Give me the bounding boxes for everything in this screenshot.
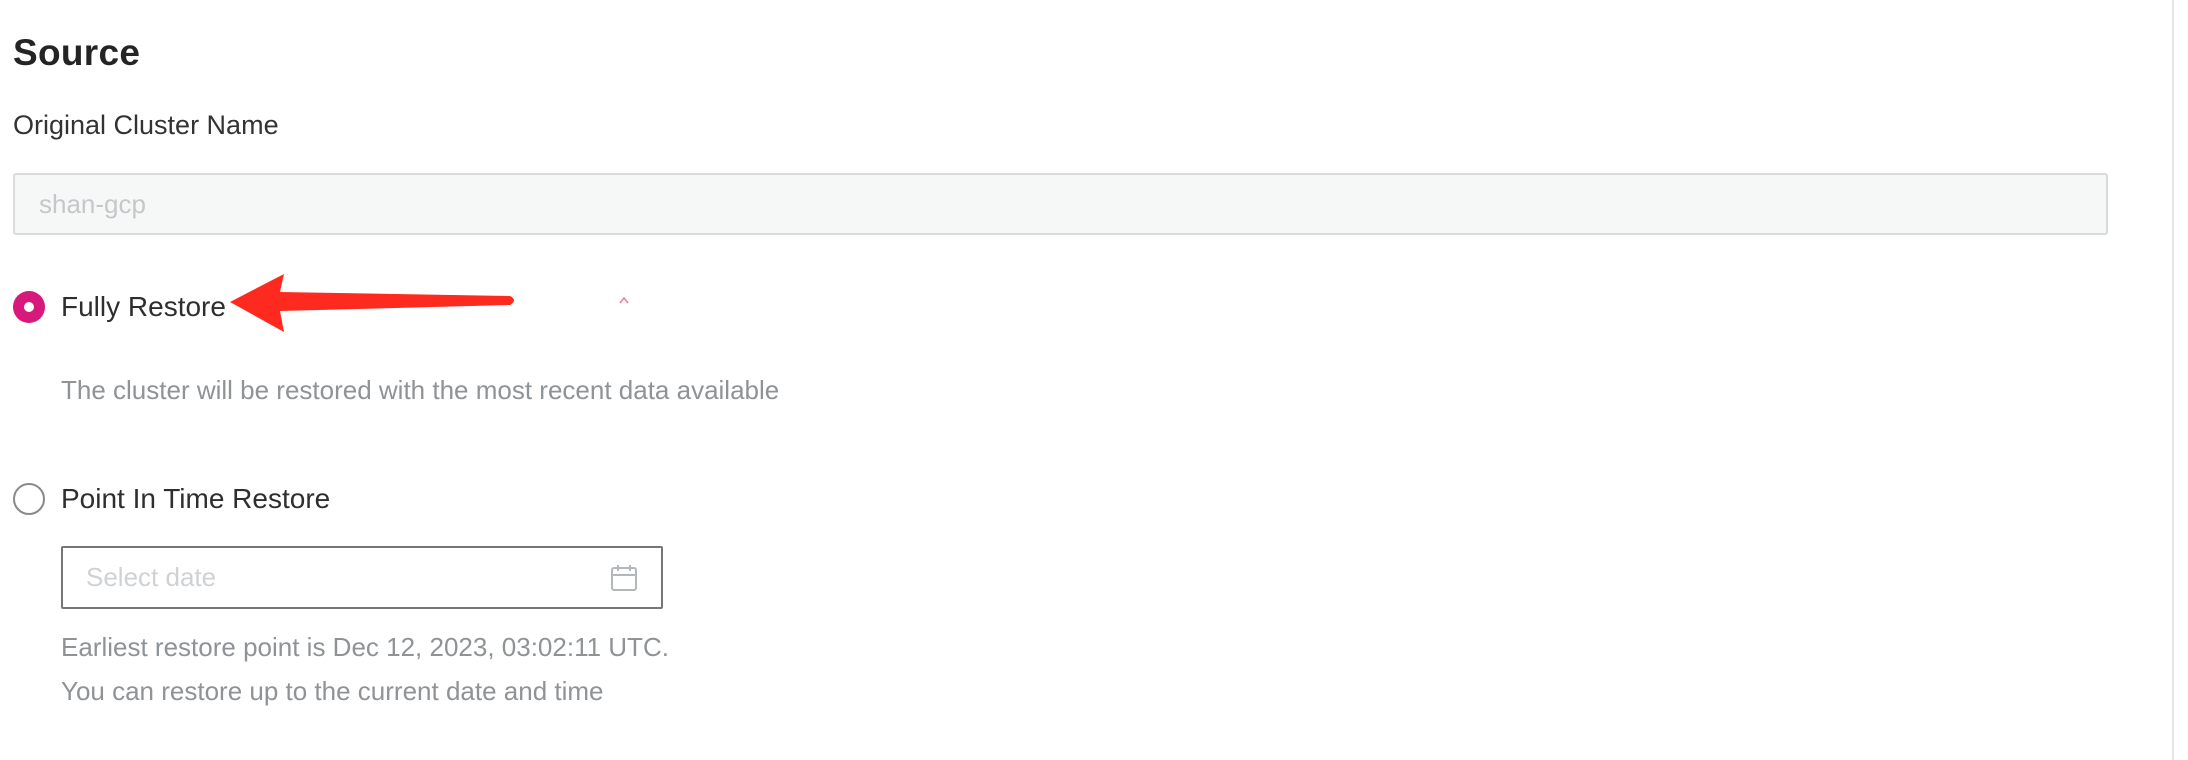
calendar-icon[interactable] xyxy=(609,563,639,593)
latest-restore-note: You can restore up to the current date a… xyxy=(61,676,604,706)
date-picker-input[interactable]: Select date xyxy=(61,546,663,609)
point-in-time-radio[interactable] xyxy=(13,483,45,515)
stray-annotation-mark xyxy=(619,296,629,304)
fully-restore-option[interactable]: Fully Restore xyxy=(13,291,226,323)
earliest-restore-note: Earliest restore point is Dec 12, 2023, … xyxy=(61,632,669,662)
date-picker-placeholder: Select date xyxy=(86,562,217,592)
red-arrow-annotation xyxy=(230,274,514,332)
restore-source-panel: Source Original Cluster Name Fully Resto… xyxy=(0,0,2188,760)
point-in-time-option[interactable]: Point In Time Restore xyxy=(13,483,330,515)
scrollbar-track[interactable] xyxy=(2172,0,2174,760)
cluster-name-label: Original Cluster Name xyxy=(13,110,279,140)
section-title: Source xyxy=(13,32,141,73)
fully-restore-radio[interactable] xyxy=(13,291,45,323)
fully-restore-description: The cluster will be restored with the mo… xyxy=(61,375,780,405)
fully-restore-label: Fully Restore xyxy=(61,291,226,322)
point-in-time-label: Point In Time Restore xyxy=(61,483,331,514)
cluster-name-input[interactable] xyxy=(13,173,2108,235)
